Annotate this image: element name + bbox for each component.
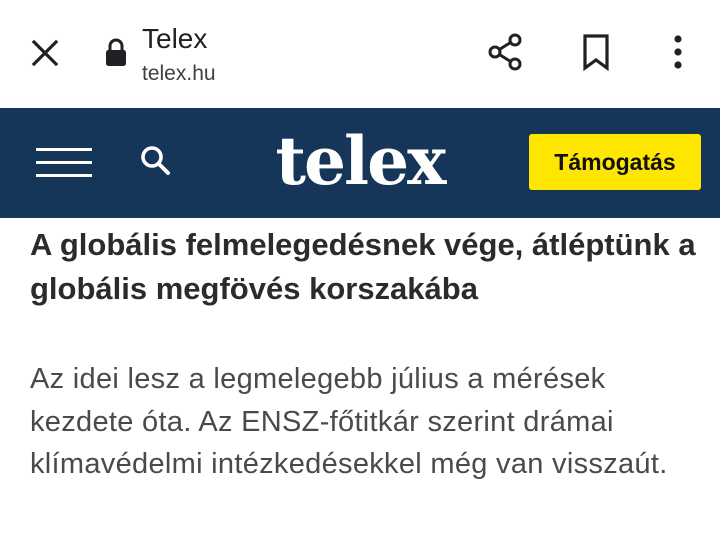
page-title: Telex — [142, 23, 208, 54]
lock-icon — [106, 38, 126, 66]
site-header: telex Támogatás — [0, 108, 720, 218]
article-headline[interactable]: A globális felmelegedésnek vége, átléptü… — [30, 223, 700, 311]
support-button[interactable]: Támogatás — [529, 134, 701, 190]
more-options-button[interactable] — [654, 28, 702, 76]
share-button[interactable] — [482, 28, 530, 76]
search-icon[interactable] — [136, 142, 176, 182]
more-vert-icon — [674, 35, 682, 69]
share-icon — [488, 33, 522, 71]
article-lead: Az idei lesz a legmelegebb július a méré… — [30, 363, 668, 480]
page-url[interactable]: telex.hu — [142, 61, 216, 87]
hamburger-menu-icon[interactable] — [36, 144, 94, 184]
close-button[interactable] — [22, 30, 68, 76]
close-icon — [31, 39, 59, 67]
browser-toolbar: Telex telex.hu — [0, 0, 720, 106]
bookmark-icon — [583, 34, 609, 72]
site-logo[interactable]: telex — [240, 116, 480, 206]
bookmark-button[interactable] — [572, 28, 620, 76]
